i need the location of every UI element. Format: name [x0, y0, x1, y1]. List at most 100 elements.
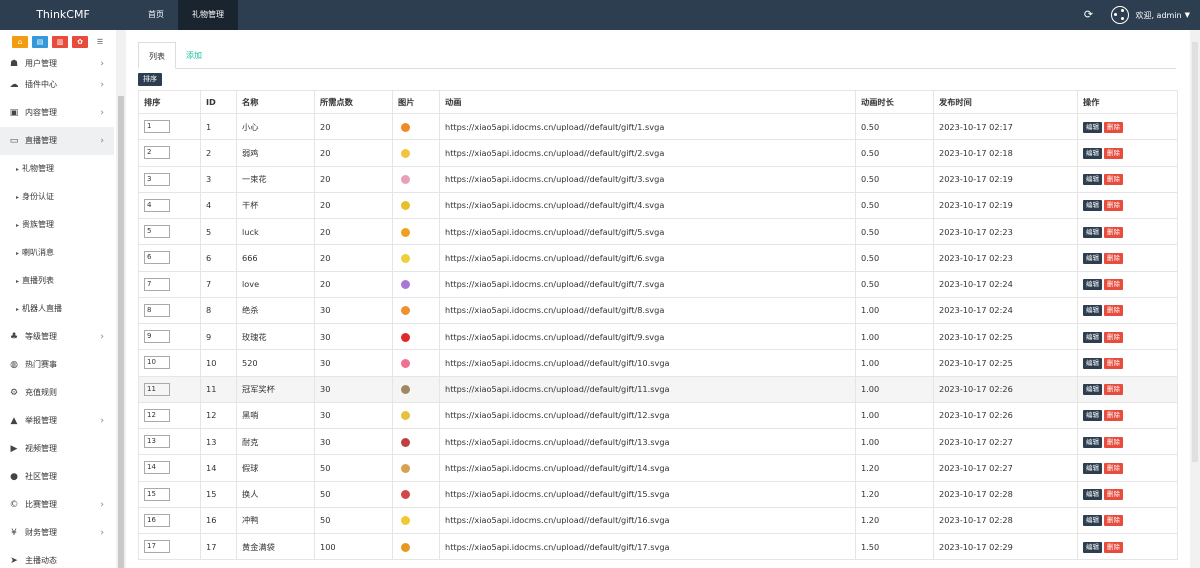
delete-button[interactable]: 删除 — [1104, 357, 1123, 369]
delete-button[interactable]: 删除 — [1104, 200, 1123, 212]
order-input[interactable]: 2 — [144, 146, 170, 160]
sidebar-subitem-horn[interactable]: 喇叭消息 — [0, 239, 114, 267]
sidebar-item-users[interactable]: ☗ 用户管理 › — [0, 57, 114, 71]
tab-add[interactable]: 添加 — [176, 42, 212, 69]
edit-button[interactable]: 编辑 — [1083, 436, 1102, 448]
edit-button[interactable]: 编辑 — [1083, 462, 1102, 474]
file-icon[interactable]: ▤ — [32, 36, 48, 48]
caret-down-icon[interactable]: ▼ — [1185, 11, 1190, 19]
order-input[interactable]: 14 — [144, 461, 170, 475]
edit-button[interactable]: 编辑 — [1083, 174, 1102, 186]
edit-button[interactable]: 编辑 — [1083, 121, 1102, 133]
order-input[interactable]: 7 — [144, 277, 170, 291]
delete-button[interactable]: 删除 — [1104, 226, 1123, 238]
edit-button[interactable]: 编辑 — [1083, 541, 1102, 553]
sidebar-item-anchor-feed[interactable]: ➤ 主播动态 — [0, 547, 114, 568]
sidebar-subitem-identity[interactable]: 身份认证 — [0, 183, 114, 211]
main-scrollbar[interactable] — [1190, 30, 1200, 568]
sidebar-scrollbar[interactable] — [116, 30, 126, 568]
delete-button[interactable]: 删除 — [1104, 489, 1123, 501]
delete-button[interactable]: 删除 — [1104, 515, 1123, 527]
delete-button[interactable]: 删除 — [1104, 541, 1123, 553]
name-cell: 弱鸡 — [236, 139, 315, 167]
order-input[interactable]: 6 — [144, 251, 170, 265]
edit-button[interactable]: 编辑 — [1083, 384, 1102, 396]
sidebar-subitem-gift[interactable]: 礼物管理 — [0, 155, 114, 183]
order-input[interactable]: 15 — [144, 487, 170, 501]
sidebar-item-content[interactable]: ▣ 内容管理 › — [0, 99, 114, 127]
delete-button[interactable]: 删除 — [1104, 121, 1123, 133]
order-input[interactable]: 16 — [144, 513, 170, 527]
delete-button[interactable]: 删除 — [1104, 174, 1123, 186]
delete-button[interactable]: 删除 — [1104, 331, 1123, 343]
top-right-tools: ⟳ 欢迎, admin ▼ — [1081, 0, 1190, 30]
edit-button[interactable]: 编辑 — [1083, 252, 1102, 264]
edit-button[interactable]: 编辑 — [1083, 331, 1102, 343]
order-input[interactable]: 8 — [144, 303, 170, 317]
sidebar-item-finance[interactable]: ¥ 财务管理 › — [0, 519, 114, 547]
sidebar-item-hot-events[interactable]: ◍ 热门赛事 — [0, 351, 114, 379]
edit-button[interactable]: 编辑 — [1083, 279, 1102, 291]
order-input[interactable]: 11 — [144, 382, 170, 396]
user-welcome[interactable]: 欢迎, admin — [1135, 10, 1181, 21]
sidebar-item-plugins[interactable]: ☁ 插件中心 › — [0, 71, 114, 99]
edit-button[interactable]: 编辑 — [1083, 305, 1102, 317]
sidebar-item-live[interactable]: ▭ 直播管理 › — [0, 127, 114, 155]
tab-list[interactable]: 列表 — [138, 42, 176, 69]
delete-button[interactable]: 删除 — [1104, 252, 1123, 264]
edit-button[interactable]: 编辑 — [1083, 226, 1102, 238]
order-input[interactable]: 12 — [144, 408, 170, 422]
sidebar-item-level[interactable]: ♣ 等级管理 › — [0, 323, 114, 351]
topnav-home[interactable]: 首页 — [134, 0, 178, 30]
quick-actions: ⌂ ▤ ▥ ✿ ☰ — [12, 36, 108, 48]
name-cell: 666 — [236, 244, 315, 272]
archive-icon: ▣ — [9, 108, 19, 118]
delete-button[interactable]: 删除 — [1104, 384, 1123, 396]
edit-button[interactable]: 编辑 — [1083, 410, 1102, 422]
recycle-icon[interactable]: ✿ — [72, 36, 88, 48]
sidebar-menu: ☗ 用户管理 › ☁ 插件中心 › ▣ 内容管理 › ▭ 直播管理 › 礼物管理… — [0, 57, 114, 568]
edit-button[interactable]: 编辑 — [1083, 357, 1102, 369]
edit-button[interactable]: 编辑 — [1083, 200, 1102, 212]
order-input[interactable]: 10 — [144, 356, 170, 370]
sidebar-item-label: 主播动态 — [25, 556, 57, 565]
brand-logo[interactable]: ThinkCMF — [0, 0, 126, 30]
delete-button[interactable]: 删除 — [1104, 305, 1123, 317]
main-scroll-thumb[interactable] — [1192, 42, 1198, 462]
order-input[interactable]: 5 — [144, 225, 170, 239]
order-input[interactable]: 17 — [144, 540, 170, 554]
delete-button[interactable]: 删除 — [1104, 147, 1123, 159]
sidebar-scroll-thumb[interactable] — [118, 96, 124, 568]
sidebar-item-reports[interactable]: ▲ 举报管理 › — [0, 407, 114, 435]
order-input[interactable]: 3 — [144, 172, 170, 186]
order-input[interactable]: 9 — [144, 330, 170, 344]
sidebar-item-community[interactable]: ● 社区管理 — [0, 463, 114, 491]
delete-button[interactable]: 删除 — [1104, 462, 1123, 474]
points-cell: 50 — [314, 480, 393, 508]
sidebar-item-video[interactable]: ▶ 视频管理 — [0, 435, 114, 463]
sidebar-subitem-live-list[interactable]: 直播列表 — [0, 267, 114, 295]
sidebar-subitem-noble[interactable]: 贵族管理 — [0, 211, 114, 239]
edit-button[interactable]: 编辑 — [1083, 489, 1102, 501]
sidebar-item-matches[interactable]: © 比赛管理 › — [0, 491, 114, 519]
order-input[interactable]: 13 — [144, 435, 170, 449]
home-icon[interactable]: ⌂ — [12, 36, 28, 48]
trash-icon[interactable]: ▥ — [52, 36, 68, 48]
sort-button[interactable]: 排序 — [138, 73, 162, 86]
topnav-gift-management[interactable]: 礼物管理 — [178, 0, 238, 30]
sidebar-item-recharge[interactable]: ⚙ 充值规则 — [0, 379, 114, 407]
edit-button[interactable]: 编辑 — [1083, 147, 1102, 159]
points-cell: 20 — [314, 139, 393, 167]
delete-button[interactable]: 删除 — [1104, 410, 1123, 422]
refresh-icon[interactable]: ⟳ — [1081, 0, 1095, 30]
edit-button[interactable]: 编辑 — [1083, 515, 1102, 527]
delete-button[interactable]: 删除 — [1104, 436, 1123, 448]
duration-cell: 0.50 — [855, 139, 934, 167]
delete-button[interactable]: 删除 — [1104, 279, 1123, 291]
list-icon[interactable]: ☰ — [92, 36, 108, 48]
sidebar-subitem-robot[interactable]: 机器人直播 — [0, 295, 114, 323]
order-input[interactable]: 1 — [144, 120, 170, 134]
avatar-icon[interactable] — [1111, 6, 1130, 24]
order-input[interactable]: 4 — [144, 198, 170, 212]
sidebar-item-label: 财务管理 — [25, 528, 57, 537]
